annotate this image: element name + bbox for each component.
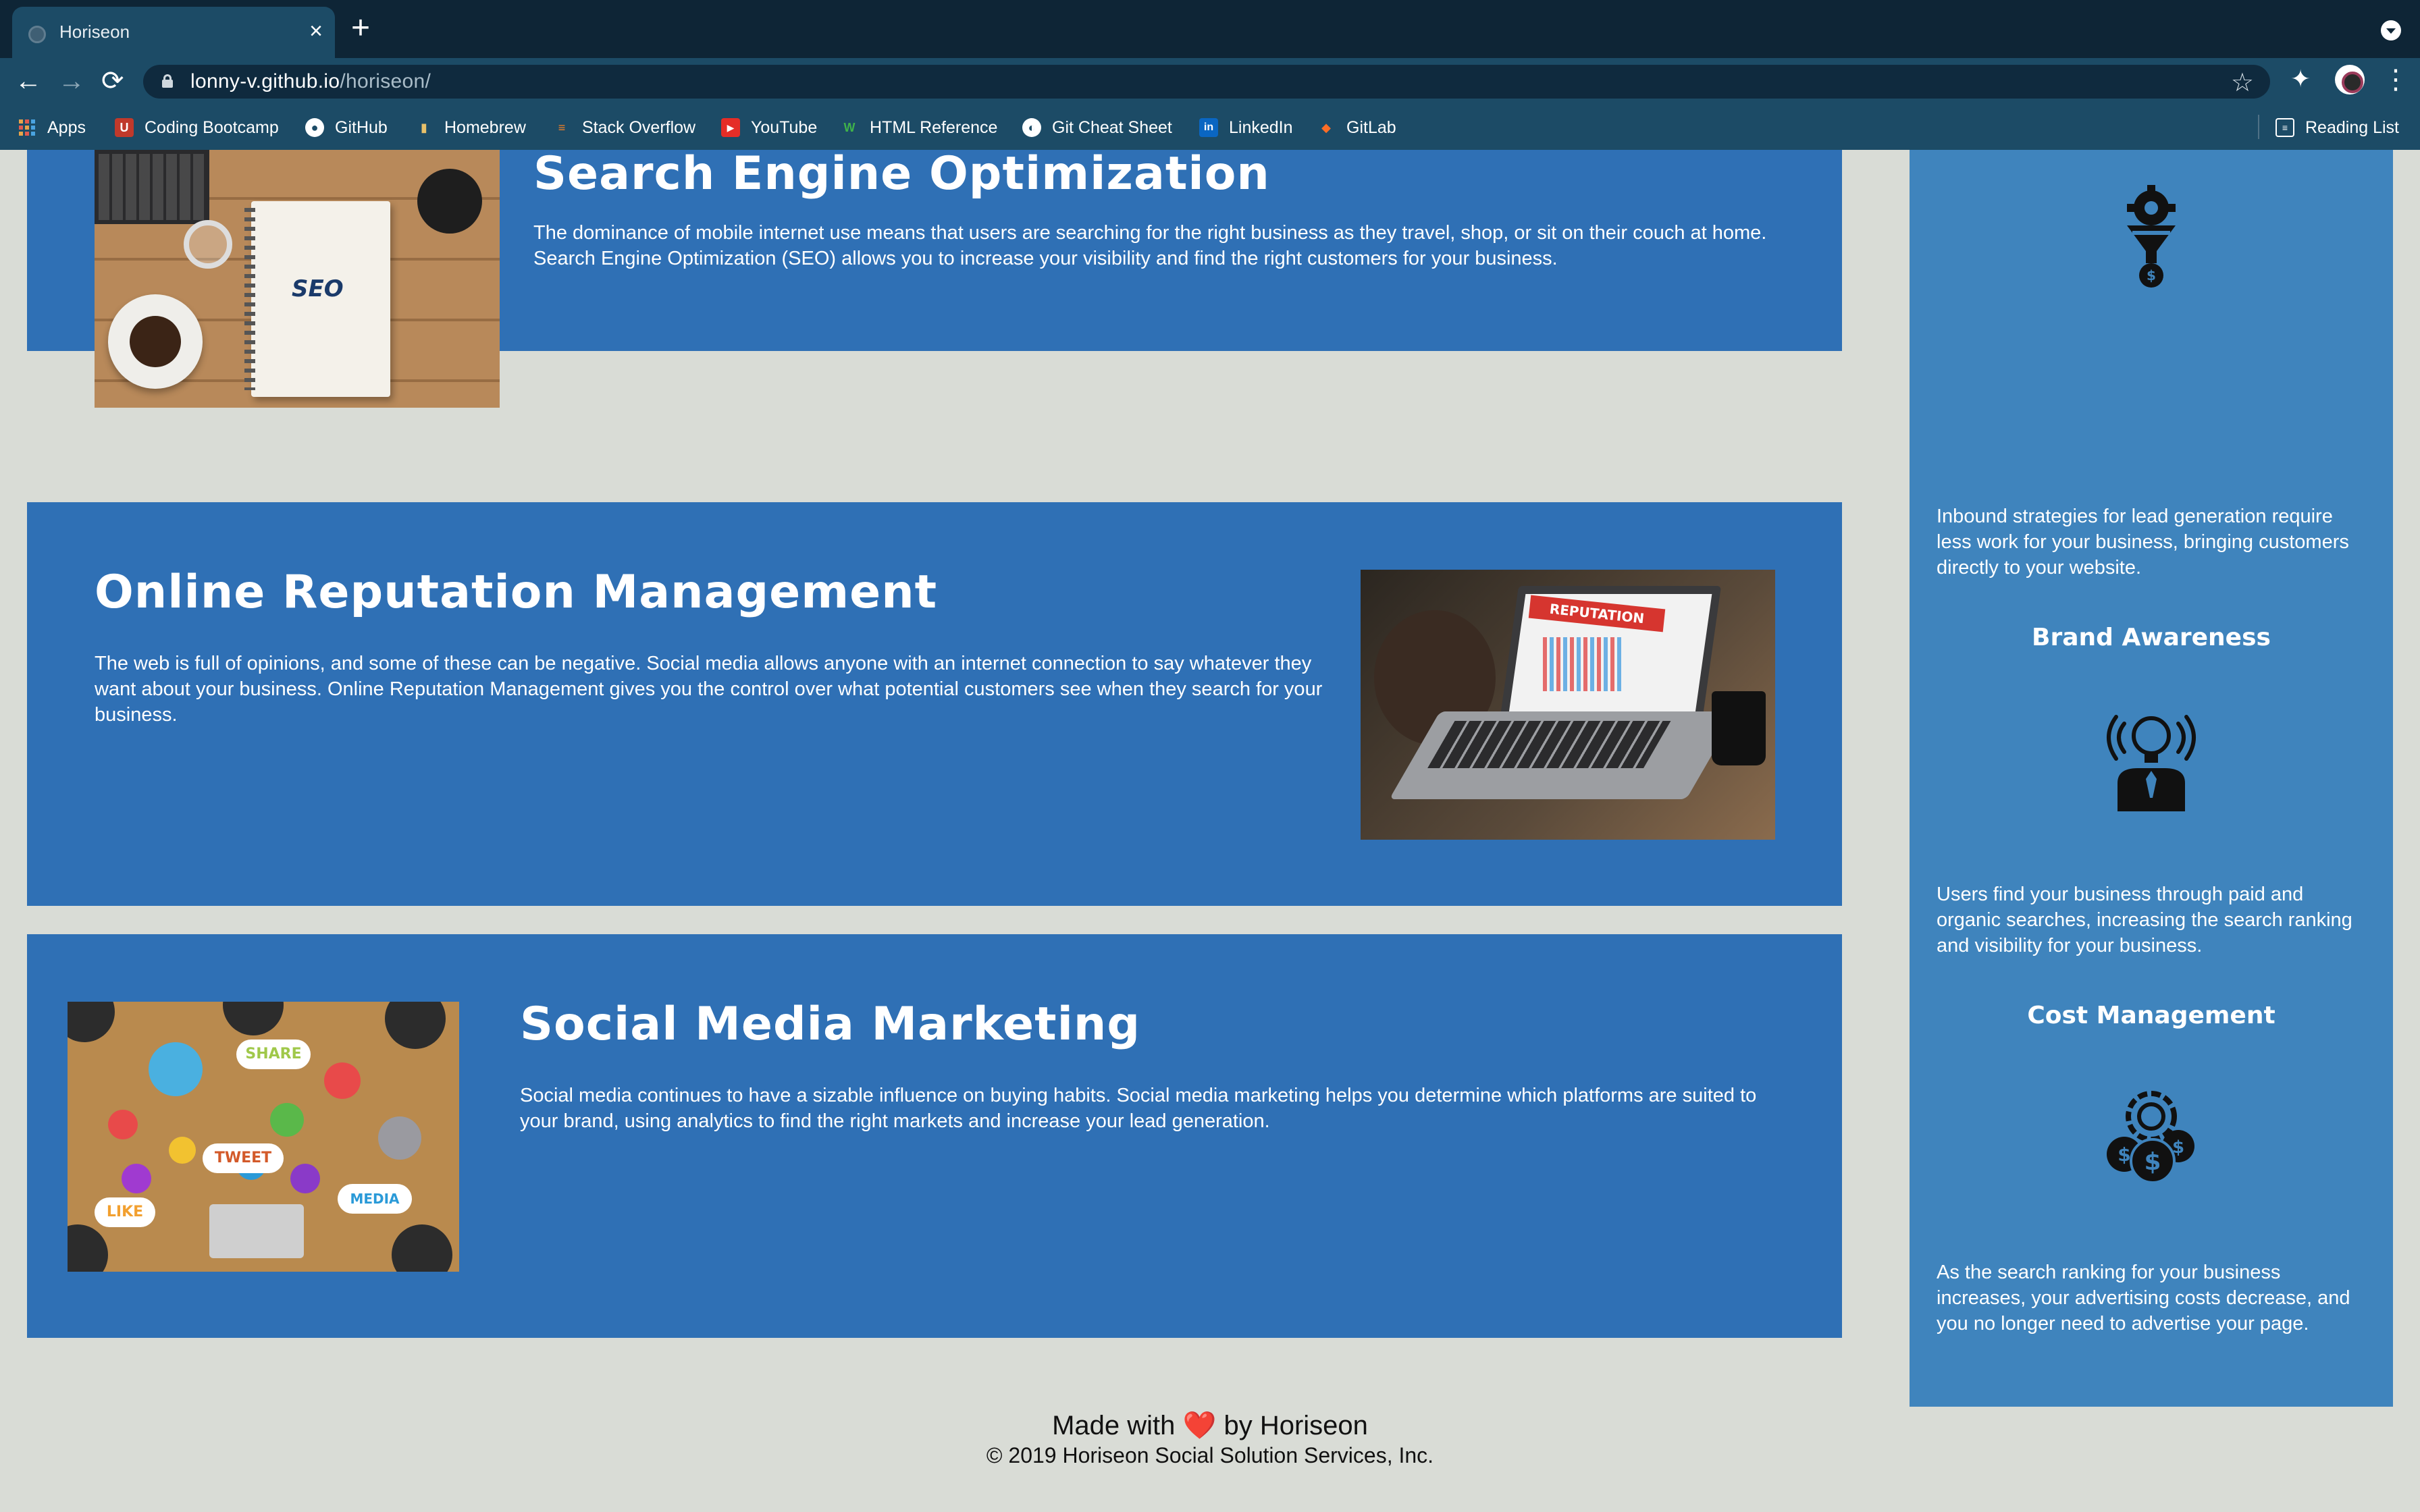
url-text[interactable]: lonny-v.github.io/horiseon/ bbox=[190, 70, 431, 93]
bookmark-label: Git Cheat Sheet bbox=[1052, 117, 1172, 137]
tab-search-icon[interactable] bbox=[2381, 20, 2401, 40]
bookmark-star-icon[interactable]: ☆ bbox=[2231, 68, 2254, 98]
profile-avatar[interactable] bbox=[2335, 65, 2365, 94]
smm-like-label: LIKE bbox=[95, 1197, 155, 1227]
tab-title: Horiseon bbox=[59, 22, 130, 42]
git-cheat-sheet-icon: ◐ bbox=[1022, 118, 1041, 137]
orm-text: The web is full of opinions, and some of… bbox=[95, 653, 1323, 726]
extensions-icon[interactable]: ✦ bbox=[2290, 65, 2311, 93]
page-content: Search Engine Optimization The dominance… bbox=[0, 150, 2420, 1512]
smm-tweet-label: TWEET bbox=[203, 1143, 284, 1173]
bookmark-label: YouTube bbox=[751, 117, 818, 137]
bookmark-git-cheat-sheet[interactable]: ◐ Git Cheat Sheet bbox=[1022, 116, 1172, 139]
bookmark-label: Stack Overflow bbox=[582, 117, 696, 137]
bookmark-label: Coding Bootcamp bbox=[144, 117, 279, 137]
browser-menu-icon[interactable]: ⋮ bbox=[2382, 62, 2409, 97]
new-tab-button[interactable]: + bbox=[351, 12, 370, 45]
bookmark-youtube[interactable]: ▶ YouTube bbox=[721, 116, 817, 139]
bookmark-html-reference[interactable]: W HTML Reference bbox=[840, 116, 998, 139]
smm-text: Social media continues to have a sizable… bbox=[520, 1085, 1757, 1132]
address-bar[interactable]: lonny-v.github.io/horiseon/ ☆ bbox=[143, 65, 2270, 99]
seo-title: Search Engine Optimization bbox=[533, 150, 1270, 200]
stackoverflow-icon: ≡ bbox=[558, 120, 566, 134]
browser-chrome: Horiseon × + ← → ⟳ lonny-v.github.io/hor… bbox=[0, 0, 2420, 150]
heart-icon: ❤️ bbox=[1182, 1411, 1217, 1440]
svg-text:$: $ bbox=[2172, 1137, 2184, 1158]
forward-button[interactable]: → bbox=[58, 63, 85, 99]
tab-horiseon[interactable]: Horiseon × bbox=[12, 7, 335, 58]
footer-made-with: Made with ❤️ by Horiseon bbox=[0, 1409, 2420, 1441]
bookmark-label: GitLab bbox=[1346, 117, 1396, 137]
smm-media-label: MEDIA bbox=[338, 1184, 412, 1214]
apps-grid-icon bbox=[19, 119, 35, 136]
url-path: /horiseon/ bbox=[340, 70, 431, 92]
lead-generation-text: Inbound strategies for lead generation r… bbox=[1937, 506, 2349, 578]
bootcamp-icon: U bbox=[115, 118, 134, 137]
bookmark-linkedin[interactable]: in LinkedIn bbox=[1199, 116, 1293, 139]
bookmark-apps[interactable]: Apps bbox=[19, 116, 86, 139]
smm-share-label: SHARE bbox=[236, 1040, 311, 1069]
bookmark-github[interactable]: ● GitHub bbox=[305, 116, 388, 139]
brand-awareness-title: Brand Awareness bbox=[2032, 624, 2271, 651]
seo-image-label: SEO bbox=[292, 275, 344, 302]
smm-image: SHARE TWEET LIKE MEDIA bbox=[68, 1002, 459, 1272]
reading-list-button[interactable]: ≡ Reading List bbox=[2276, 116, 2399, 139]
svg-text:$: $ bbox=[2118, 1143, 2130, 1166]
cost-management-title: Cost Management bbox=[2027, 1002, 2276, 1029]
reading-list-icon: ≡ bbox=[2276, 118, 2294, 137]
bookmark-stack-overflow[interactable]: ≡ Stack Overflow bbox=[552, 116, 695, 139]
bookmarks-separator bbox=[2258, 115, 2259, 139]
seo-image: SEO bbox=[95, 150, 500, 408]
footer-made-with-text: Made with bbox=[1052, 1411, 1176, 1440]
globe-icon bbox=[28, 26, 46, 43]
linkedin-icon: in bbox=[1199, 118, 1218, 137]
bookmark-coding-bootcamp[interactable]: U Coding Bootcamp bbox=[115, 116, 279, 139]
close-tab-icon[interactable]: × bbox=[309, 18, 323, 45]
bookmark-label: Homebrew bbox=[444, 117, 526, 137]
svg-text:$: $ bbox=[2147, 267, 2156, 284]
youtube-icon: ▶ bbox=[721, 118, 740, 137]
orm-image: REPUTATION bbox=[1361, 570, 1775, 840]
github-icon: ● bbox=[305, 118, 324, 137]
orm-title: Online Reputation Management bbox=[95, 566, 938, 619]
reading-list-label: Reading List bbox=[2305, 117, 2399, 137]
bookmark-label: GitHub bbox=[335, 117, 388, 137]
bookmarks-bar: Apps U Coding Bootcamp ● GitHub ▮ Homebr… bbox=[0, 104, 2420, 150]
benefits-sidebar: $ Inbound strategies for lead generation… bbox=[1910, 150, 2393, 1407]
footer-by-text: by Horiseon bbox=[1224, 1411, 1368, 1440]
gitlab-icon: ◆ bbox=[1321, 120, 1331, 134]
browser-toolbar: ← → ⟳ lonny-v.github.io/horiseon/ ☆ ✦ ⋮ bbox=[0, 58, 2420, 104]
lead-generation-funnel-icon: $ bbox=[2127, 185, 2176, 288]
cost-management-coins-icon: $ $ $ bbox=[2107, 1091, 2194, 1184]
lock-icon[interactable] bbox=[162, 74, 173, 88]
url-host: lonny-v.github.io bbox=[190, 70, 340, 92]
bookmark-label: HTML Reference bbox=[870, 117, 998, 137]
cost-management-text: As the search ranking for your business … bbox=[1937, 1262, 2350, 1334]
back-button[interactable]: ← bbox=[15, 63, 42, 99]
smm-title: Social Media Marketing bbox=[520, 998, 1141, 1051]
tab-strip: Horiseon × + bbox=[0, 0, 2420, 58]
seo-text: The dominance of mobile internet use mea… bbox=[533, 222, 1767, 269]
svg-text:$: $ bbox=[2144, 1148, 2161, 1176]
bookmark-homebrew[interactable]: ▮ Homebrew bbox=[415, 116, 526, 139]
bookmark-label: Apps bbox=[47, 117, 86, 137]
html-reference-icon: W bbox=[843, 120, 856, 134]
bookmark-label: LinkedIn bbox=[1229, 117, 1293, 137]
brand-awareness-lightbulb-icon bbox=[2107, 715, 2196, 811]
homebrew-icon: ▮ bbox=[421, 120, 427, 134]
bookmark-gitlab[interactable]: ◆ GitLab bbox=[1317, 116, 1396, 139]
brand-awareness-text: Users find your business through paid an… bbox=[1937, 884, 2352, 956]
footer-copyright: © 2019 Horiseon Social Solution Services… bbox=[986, 1443, 1434, 1467]
reload-button[interactable]: ⟳ bbox=[101, 63, 124, 99]
